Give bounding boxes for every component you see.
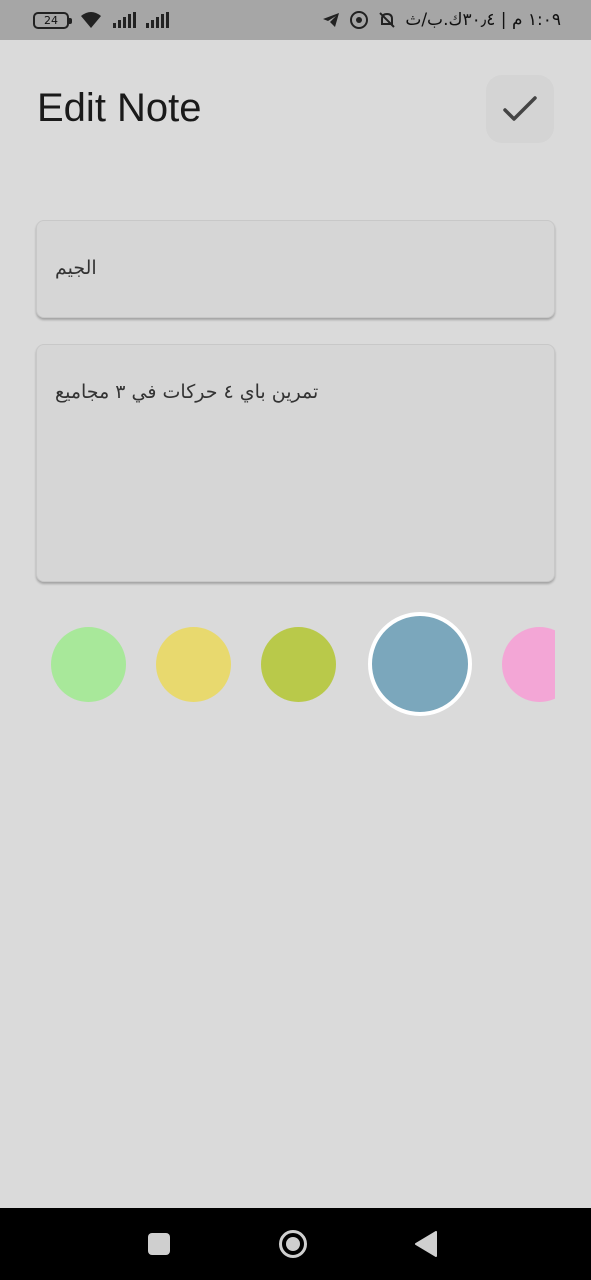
color-swatch-green[interactable] bbox=[51, 627, 126, 702]
bell-off-icon bbox=[379, 12, 396, 28]
home-button[interactable] bbox=[271, 1222, 315, 1266]
color-swatch-pink[interactable] bbox=[502, 627, 555, 702]
battery-level: 24 bbox=[44, 13, 58, 27]
signal-icon bbox=[113, 12, 136, 28]
status-time-speed: ١:٠٩ م | ٣٠٫٤ك.ب/ث bbox=[405, 10, 561, 30]
note-content-value: تمرين باي ٤ حركات في ٣ مجاميع bbox=[55, 381, 319, 403]
color-swatch-olive[interactable] bbox=[261, 627, 336, 702]
page-title: Edit Note bbox=[37, 86, 202, 130]
save-button[interactable] bbox=[486, 75, 554, 143]
note-title-value: الجيم bbox=[55, 257, 97, 279]
check-icon bbox=[503, 96, 537, 121]
battery-icon: 24 bbox=[33, 11, 72, 29]
back-button[interactable] bbox=[404, 1222, 448, 1266]
recents-button[interactable] bbox=[137, 1222, 181, 1266]
color-swatch-blue-selected[interactable] bbox=[368, 612, 472, 716]
status-left: 24 bbox=[33, 10, 169, 30]
telegram-icon bbox=[323, 13, 340, 27]
whatsapp-icon bbox=[350, 11, 369, 29]
triangle-back-icon bbox=[415, 1231, 437, 1257]
color-picker bbox=[36, 612, 555, 718]
signal-icon-2 bbox=[146, 12, 169, 28]
status-bar: 24 ١:٠٩ م | ٣٠٫٤ك.ب/ث bbox=[0, 0, 591, 40]
color-swatch-yellow[interactable] bbox=[156, 627, 231, 702]
note-title-field[interactable]: الجيم bbox=[36, 220, 555, 318]
circle-icon bbox=[279, 1230, 307, 1258]
wifi-icon bbox=[81, 12, 101, 28]
system-nav-bar bbox=[0, 1208, 591, 1280]
note-content-field[interactable]: تمرين باي ٤ حركات في ٣ مجاميع bbox=[36, 344, 555, 582]
square-icon bbox=[148, 1233, 170, 1255]
status-right: ١:٠٩ م | ٣٠٫٤ك.ب/ث bbox=[321, 10, 561, 30]
